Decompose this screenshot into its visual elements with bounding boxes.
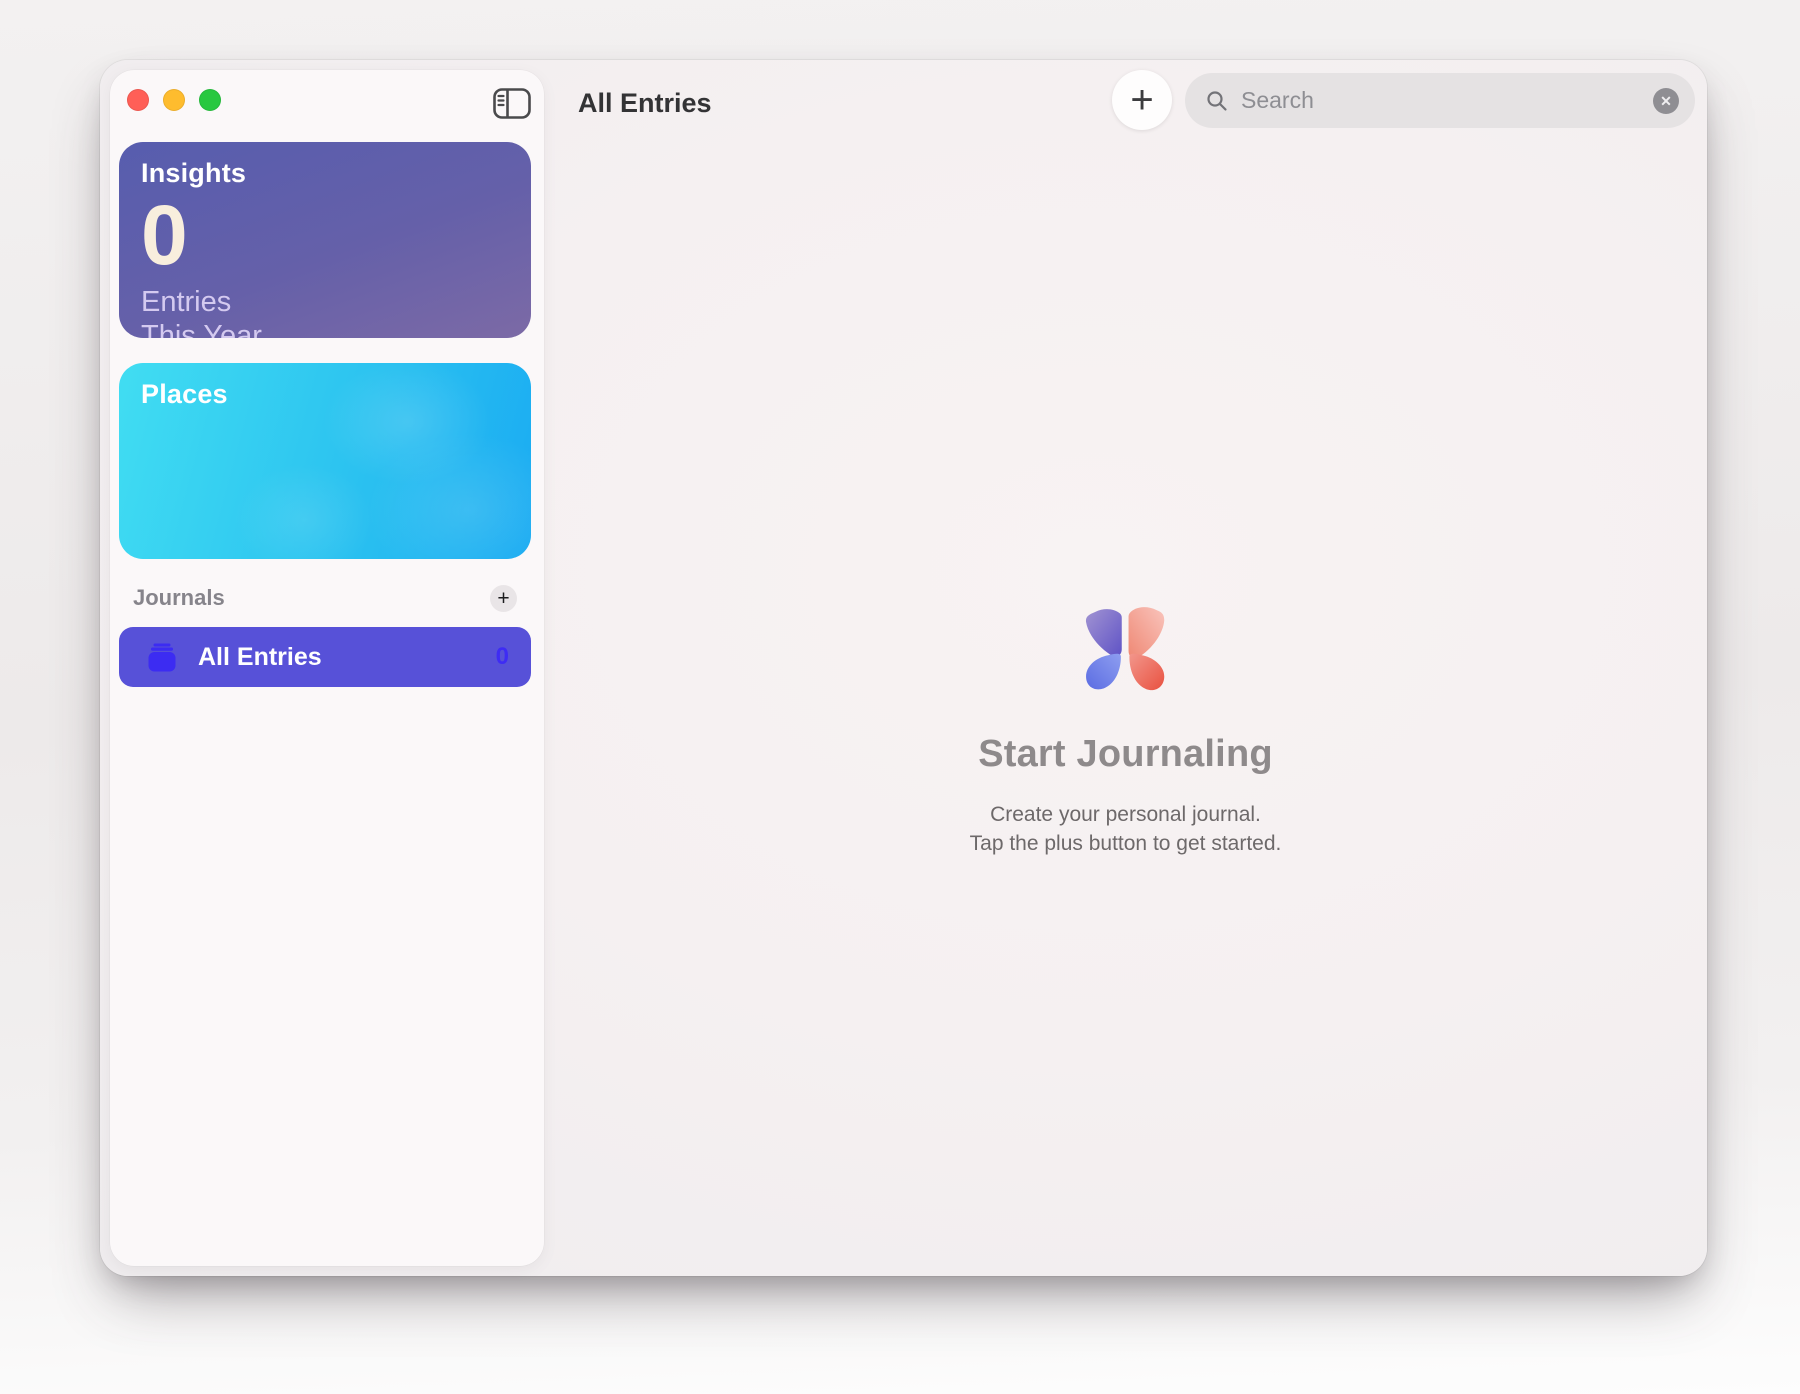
journals-section-header: Journals — [133, 585, 225, 610]
journal-app-window: All Entries + ✕ — [100, 60, 1707, 1276]
minimize-window-button[interactable] — [163, 89, 185, 111]
new-entry-button[interactable]: + — [1112, 70, 1172, 130]
empty-state-subtitle: Create your personal journal. Tap the pl… — [970, 800, 1282, 858]
add-journal-button[interactable]: + — [490, 584, 517, 612]
empty-state-subtitle-line2: Tap the plus button to get started. — [969, 832, 1282, 855]
places-card-title: Places — [141, 379, 228, 409]
journals-section-header-row: Journals + — [133, 582, 531, 614]
sidebar: Insights 0 Entries This Year Places Jour… — [110, 70, 544, 1266]
journal-butterfly-icon — [1075, 605, 1177, 707]
sidebar-toggle-icon — [493, 87, 531, 119]
search-field[interactable]: ✕ — [1185, 73, 1695, 128]
sidebar-item-all-entries[interactable]: All Entries 0 — [119, 627, 531, 687]
search-clear-button[interactable]: ✕ — [1653, 87, 1679, 114]
window-controls — [127, 89, 221, 111]
insights-subtitle-line1: Entries — [141, 286, 232, 318]
page-title: All Entries — [578, 88, 712, 118]
plus-icon: + — [497, 586, 510, 610]
insights-card-subtitle: Entries This Year — [141, 285, 509, 338]
insights-card[interactable]: Insights 0 Entries This Year — [119, 142, 531, 338]
insights-entry-count: 0 — [141, 188, 188, 282]
sidebar-item-count: 0 — [495, 643, 509, 670]
sidebar-item-label: All Entries — [198, 642, 322, 671]
close-icon: ✕ — [1660, 92, 1672, 109]
empty-state: Start Journaling Create your personal jo… — [544, 605, 1707, 858]
journal-stack-icon — [146, 643, 178, 672]
places-card[interactable]: Places — [119, 363, 531, 559]
empty-state-subtitle-line1: Create your personal journal. — [990, 803, 1261, 826]
zoom-window-button[interactable] — [199, 89, 221, 111]
insights-subtitle-line2: This Year — [141, 320, 262, 338]
close-window-button[interactable] — [127, 89, 149, 111]
search-input[interactable] — [1241, 87, 1653, 114]
sidebar-toggle-button[interactable] — [492, 86, 532, 120]
empty-state-title: Start Journaling — [978, 733, 1273, 775]
plus-icon: + — [1130, 78, 1154, 122]
search-icon — [1205, 89, 1229, 113]
insights-card-title: Insights — [141, 158, 247, 188]
